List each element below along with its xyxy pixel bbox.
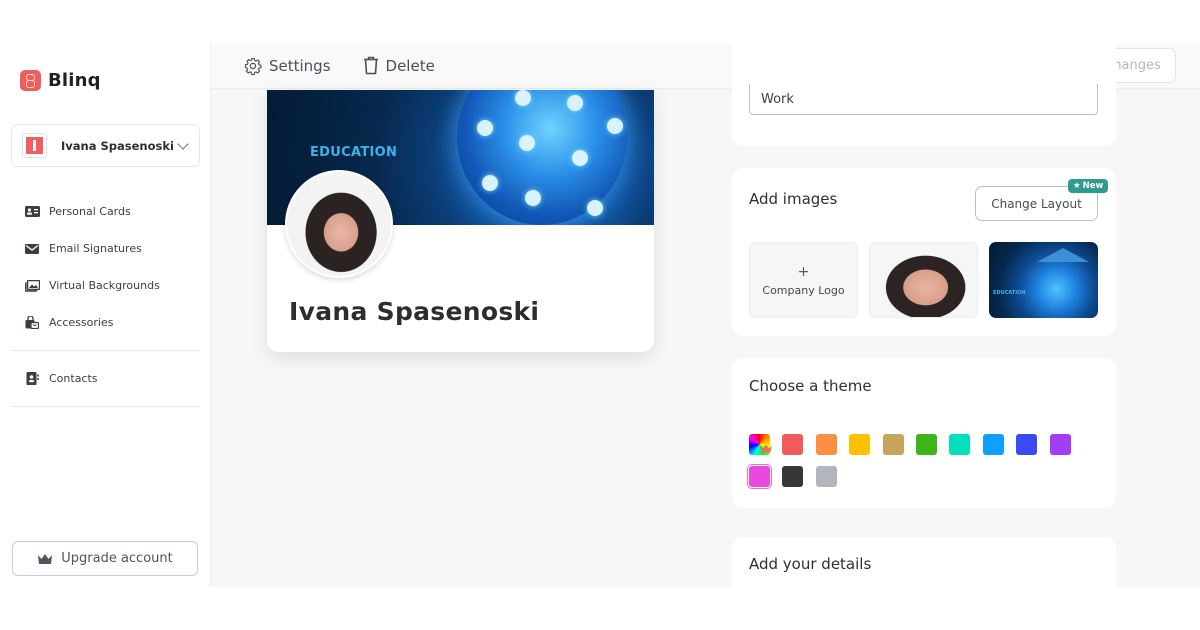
trash-icon: [363, 56, 378, 75]
delete-button[interactable]: Delete: [363, 56, 435, 75]
card-label-input[interactable]: [749, 84, 1098, 115]
account-avatar: [22, 133, 47, 158]
plus-icon: +: [797, 263, 810, 280]
add-images-title: Add images: [749, 190, 838, 208]
theme-swatch[interactable]: [746, 463, 773, 490]
brand-name: Blinq: [48, 70, 101, 91]
theme-swatch[interactable]: [782, 466, 804, 487]
sidebar: Blinq Ivana Spasenoski Personal Cards Em…: [0, 43, 211, 587]
divider: [11, 350, 200, 351]
settings-label: Settings: [269, 56, 331, 75]
sidebar-item-label: Contacts: [49, 372, 98, 385]
sidebar-item-label: Accessories: [49, 316, 114, 329]
theme-swatch[interactable]: [882, 434, 904, 455]
theme-swatch[interactable]: [782, 434, 804, 455]
crown-icon: [760, 444, 772, 453]
image-icon: [24, 279, 40, 292]
sidebar-item-accessories[interactable]: Accessories: [0, 304, 211, 341]
cover-text: EDUCATION: [310, 145, 398, 160]
account-switcher[interactable]: Ivana Spasenoski: [11, 124, 200, 167]
add-images-panel: Add images Change Layout ★ New + Company…: [732, 168, 1116, 336]
theme-swatch[interactable]: [849, 434, 871, 455]
choose-theme-panel: Choose a theme: [732, 358, 1116, 508]
sidebar-nav: Personal Cards Email Signatures Virtual …: [0, 193, 211, 416]
new-badge-label: New: [1082, 181, 1104, 191]
profile-photo-thumbnail[interactable]: [869, 242, 978, 318]
profile-photo[interactable]: [285, 170, 393, 278]
brand[interactable]: Blinq: [20, 70, 101, 91]
id-card-icon: [24, 206, 40, 218]
sidebar-item-virtual-backgrounds[interactable]: Virtual Backgrounds: [0, 267, 211, 304]
cover-thumb-text: EDUCATION: [993, 290, 1026, 296]
sidebar-item-label: Personal Cards: [49, 205, 131, 218]
contacts-book-icon: [24, 372, 40, 385]
blinq-logo-icon: [20, 70, 41, 91]
cover-photo-thumbnail[interactable]: EDUCATION: [989, 242, 1098, 318]
company-logo-label: Company Logo: [762, 283, 845, 297]
theme-swatch[interactable]: [982, 434, 1004, 455]
chevron-down-icon: [177, 137, 189, 150]
new-badge: ★ New: [1068, 179, 1109, 193]
choose-theme-title: Choose a theme: [749, 377, 872, 395]
sparkle-icon: ★: [1073, 181, 1081, 191]
theme-swatch[interactable]: [815, 466, 837, 487]
shopping-bag-icon: [24, 316, 40, 329]
app-window: Blinq Ivana Spasenoski Personal Cards Em…: [0, 43, 1200, 597]
sidebar-item-label: Virtual Backgrounds: [49, 279, 160, 292]
theme-swatch[interactable]: [815, 434, 837, 455]
card-label-panel: [732, 43, 1116, 146]
sidebar-item-personal-cards[interactable]: Personal Cards: [0, 193, 211, 230]
theme-swatch[interactable]: [1049, 434, 1071, 455]
card-full-name: Ivana Spasenoski: [289, 297, 540, 326]
envelope-icon: [24, 243, 40, 255]
bottom-margin: [0, 587, 1200, 630]
settings-button[interactable]: Settings: [244, 57, 331, 75]
company-logo-upload[interactable]: + Company Logo: [749, 242, 858, 318]
sidebar-item-email-signatures[interactable]: Email Signatures: [0, 230, 211, 267]
theme-swatch[interactable]: [916, 434, 937, 455]
crown-icon: [38, 553, 53, 564]
sidebar-item-contacts[interactable]: Contacts: [0, 360, 211, 397]
card-preview: EDUCATION Ivana Spasenoski: [267, 90, 654, 352]
account-name: Ivana Spasenoski: [61, 138, 174, 153]
theme-swatch[interactable]: [1016, 434, 1038, 455]
theme-swatch[interactable]: [949, 434, 971, 455]
gear-icon: [244, 57, 262, 75]
upgrade-account-button[interactable]: Upgrade account: [12, 541, 198, 576]
add-details-title: Add your details: [749, 555, 872, 573]
upgrade-account-label: Upgrade account: [61, 551, 173, 566]
sidebar-item-label: Email Signatures: [49, 242, 142, 255]
theme-swatch-custom[interactable]: [749, 434, 772, 455]
delete-label: Delete: [385, 56, 435, 75]
divider: [11, 406, 200, 407]
